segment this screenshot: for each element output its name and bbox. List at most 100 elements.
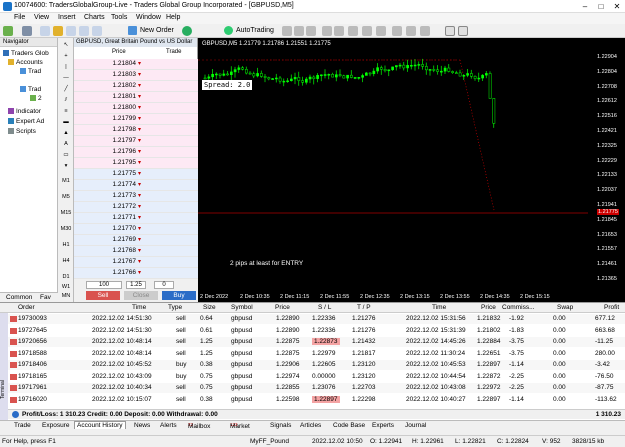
dom-arrow-icon[interactable]: ▾ (138, 181, 141, 188)
chart-shift-icon[interactable] (362, 26, 372, 36)
tab-articles[interactable]: Articles (300, 422, 321, 429)
vertical-line-icon[interactable]: | (60, 64, 72, 70)
tile-windows-icon[interactable] (348, 26, 358, 36)
tab-exposure[interactable]: Exposure (42, 422, 69, 429)
dom-arrow-icon[interactable]: ▾ (138, 82, 141, 89)
col-tp[interactable]: T / P (357, 304, 371, 311)
dom-bid-row[interactable]: 1.21775 ▾ (74, 169, 198, 180)
period-w1[interactable]: W1 (60, 284, 72, 290)
menu-charts[interactable]: Charts (84, 14, 105, 21)
history-row[interactable]: 19716020 2022.12.02 10:15:07 sell 0.38 gbpus… (8, 394, 625, 405)
period-d1[interactable]: D1 (60, 274, 72, 280)
dom-arrow-icon[interactable]: ▾ (138, 214, 141, 221)
dom-bid-row[interactable]: 1.21771 ▾ (74, 213, 198, 224)
dom-arrow-icon[interactable]: ▾ (138, 269, 141, 276)
history-row[interactable]: 19718406 2022.12.02 10:45:52 buy 0.38 gbpusd… (8, 360, 625, 370)
tab-code-base[interactable]: Code Base (333, 422, 365, 429)
navigator-icon[interactable] (66, 26, 76, 36)
nav-account-1[interactable]: Trad (20, 68, 41, 75)
data-window-icon[interactable] (53, 26, 63, 36)
menu-insert[interactable]: Insert (58, 14, 76, 21)
account-icon[interactable] (458, 26, 468, 36)
close-button[interactable]: ✕ (609, 0, 625, 13)
period-mn[interactable]: MN (60, 293, 72, 299)
period-h4[interactable]: H4 (60, 258, 72, 264)
dom-arrow-icon[interactable]: ▾ (138, 247, 141, 254)
dom-arrow-icon[interactable]: ▾ (138, 93, 141, 100)
period-m1[interactable]: M1 (60, 178, 72, 184)
period-m5[interactable]: M5 (60, 194, 72, 200)
crosshair-icon[interactable]: + (60, 53, 72, 59)
fibonacci-icon[interactable]: ≡ (60, 108, 72, 114)
lot-field[interactable]: 1.25 (126, 281, 146, 289)
dom-ask-row[interactable]: 1.21797 ▾ (74, 136, 198, 147)
col-size[interactable]: Size (203, 304, 216, 311)
text-icon[interactable]: A (60, 141, 72, 147)
col-commission[interactable]: Commiss... (502, 304, 535, 311)
terminal-icon[interactable] (79, 26, 89, 36)
profiles-icon[interactable] (22, 26, 32, 36)
dom-arrow-icon[interactable]: ▾ (138, 159, 141, 166)
horizontal-line-icon[interactable]: — (60, 75, 72, 81)
col-close-price[interactable]: Price (481, 304, 496, 311)
bar-chart-icon[interactable] (282, 26, 292, 36)
close-position-button[interactable]: Close (124, 291, 158, 300)
nav-account-2[interactable]: Trad (20, 86, 41, 93)
line-chart-icon[interactable] (306, 26, 316, 36)
dom-bid-row[interactable]: 1.21769 ▾ (74, 235, 198, 246)
col-type[interactable]: Type (168, 304, 182, 311)
dom-arrow-icon[interactable]: ▾ (138, 71, 141, 78)
search-icon[interactable] (445, 26, 455, 36)
dom-arrow-icon[interactable]: ▾ (138, 236, 141, 243)
dom-arrow-icon[interactable]: ▾ (138, 126, 141, 133)
period-m15[interactable]: M15 (60, 210, 72, 216)
nav-experts[interactable]: Expert Ad (8, 118, 44, 125)
dom-ask-row[interactable]: 1.21803 ▾ (74, 70, 198, 81)
dom-ask-row[interactable]: 1.21801 ▾ (74, 92, 198, 103)
minimize-button[interactable]: – (577, 0, 593, 13)
dom-bid-row[interactable]: 1.21766 ▾ (74, 268, 198, 279)
dom-arrow-icon[interactable]: ▾ (138, 115, 141, 122)
col-swap[interactable]: Swap (557, 304, 573, 311)
channel-icon[interactable]: ⫽ (60, 97, 72, 104)
tab-news[interactable]: News (134, 422, 150, 429)
nav-scripts[interactable]: Scripts (8, 128, 36, 135)
label-icon[interactable]: ▭ (60, 152, 72, 158)
dom-arrow-icon[interactable]: ▾ (138, 225, 141, 232)
history-row[interactable]: 19718588 2022.12.02 10:48:14 sell 1.25 gbpus… (8, 348, 625, 359)
dom-arrow-icon[interactable]: ▾ (138, 258, 141, 265)
col-symbol[interactable]: Symbol (231, 304, 253, 311)
market-watch-icon[interactable] (40, 26, 50, 36)
dom-arrow-icon[interactable]: ▾ (138, 192, 141, 199)
metaeditor-icon[interactable] (182, 26, 192, 36)
dom-arrow-icon[interactable]: ▾ (138, 137, 141, 144)
sell-button[interactable]: Sell (86, 291, 120, 300)
dom-arrow-icon[interactable]: ▾ (138, 104, 141, 111)
dom-arrow-icon[interactable]: ▾ (138, 60, 141, 67)
nav-account-3[interactable]: 2 (30, 95, 42, 102)
dom-ask-row[interactable]: 1.21802 ▾ (74, 81, 198, 92)
dom-bid-row[interactable]: 1.21773 ▾ (74, 191, 198, 202)
dom-arrow-icon[interactable]: ▾ (138, 170, 141, 177)
trendline-icon[interactable]: ╱ (60, 86, 72, 92)
history-row[interactable]: 19720656 2022.12.02 10:48:14 sell 1.25 gbpus… (8, 337, 625, 347)
nav-root[interactable]: Traders Glob (3, 50, 49, 57)
col-close-time[interactable]: Time (432, 304, 446, 311)
menu-help[interactable]: Help (166, 14, 180, 21)
menu-view[interactable]: View (34, 14, 49, 21)
nav-accounts[interactable]: Accounts (8, 59, 43, 66)
price-chart[interactable]: GBPUSD,M5 1.21779 1.21786 1.21551 1.2177… (198, 38, 625, 302)
new-order-button[interactable]: New Order (128, 25, 174, 37)
tab-favorites[interactable]: Fav (40, 294, 51, 301)
dom-bid-row[interactable]: 1.21774 ▾ (74, 180, 198, 191)
zoom-out-icon[interactable] (334, 26, 344, 36)
menu-file[interactable]: File (14, 14, 25, 21)
dom-ask-row[interactable]: 1.21796 ▾ (74, 147, 198, 158)
dom-ask-row[interactable]: 1.21798 ▾ (74, 125, 198, 136)
tab-account-history[interactable]: Account History (74, 421, 126, 429)
dom-bid-row[interactable]: 1.21772 ▾ (74, 202, 198, 213)
dom-bid-row[interactable]: 1.21767 ▾ (74, 257, 198, 268)
tester-icon[interactable] (92, 26, 102, 36)
more-tools-icon[interactable]: ▾ (60, 163, 72, 169)
cursor-icon[interactable]: ↖ (60, 42, 72, 48)
